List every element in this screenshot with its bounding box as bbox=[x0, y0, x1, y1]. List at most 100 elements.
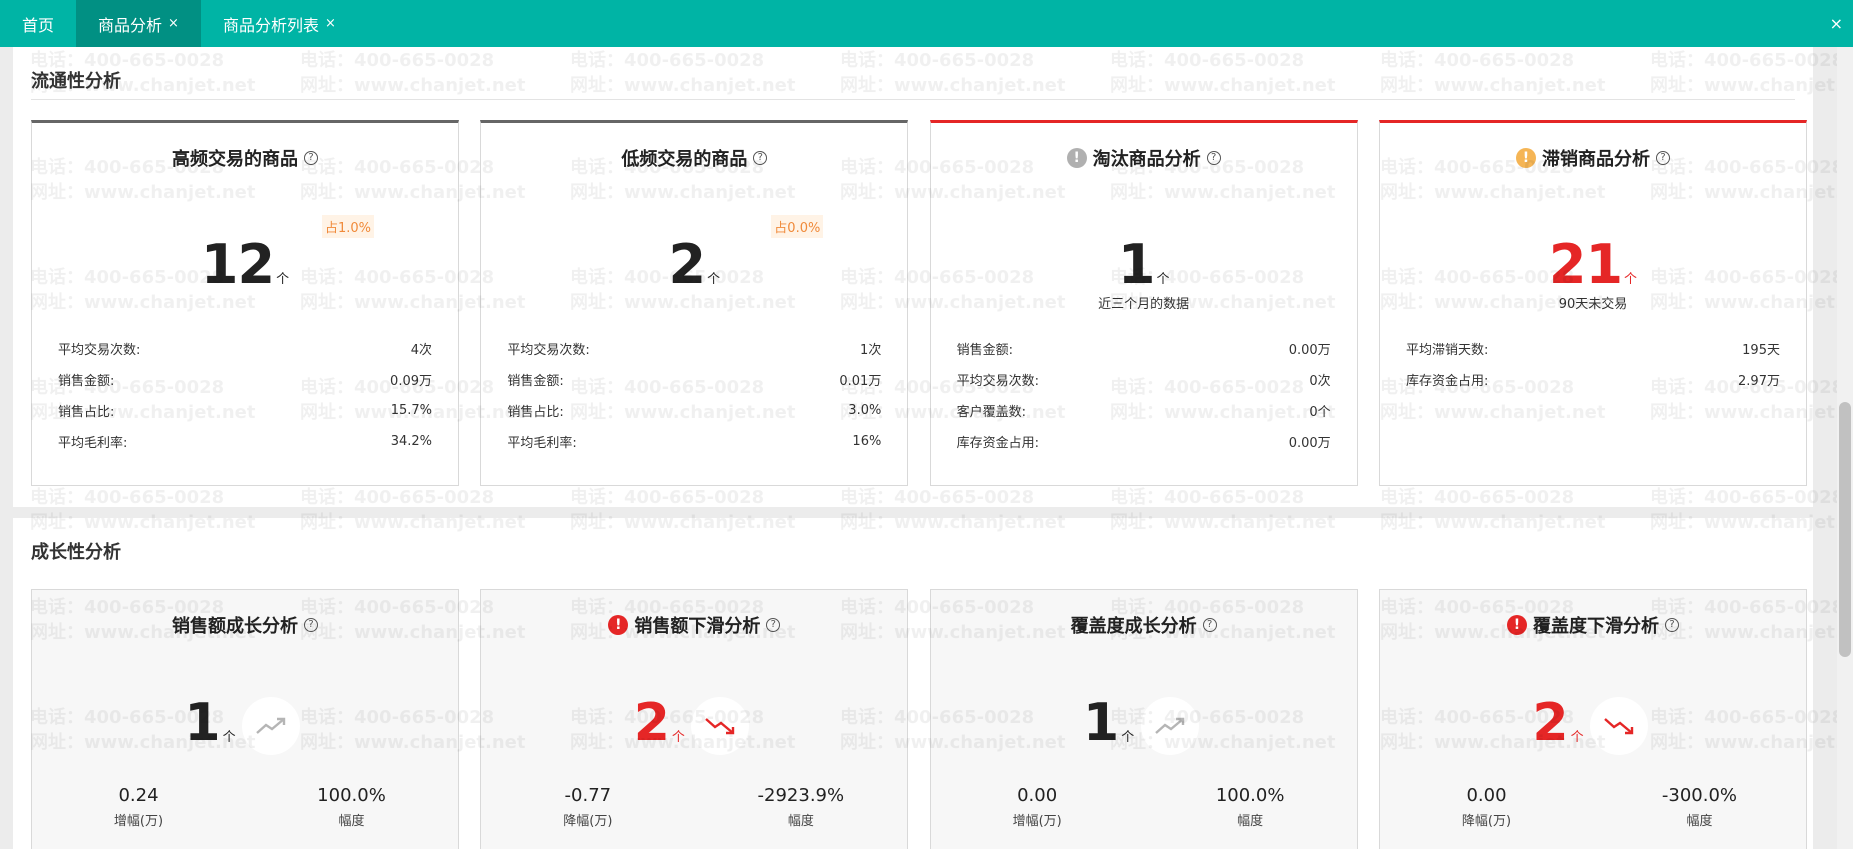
stat-value: 4次 bbox=[410, 343, 432, 358]
metric-value: 0.00 bbox=[1466, 785, 1507, 806]
count-value: 2 bbox=[633, 693, 670, 753]
tab-product-analysis-list[interactable]: 商品分析列表 × bbox=[201, 0, 358, 47]
count-unit: 个 bbox=[671, 730, 685, 745]
stat-value: 0.09万 bbox=[390, 374, 432, 389]
unsalable-product-card[interactable]: ! 滞销商品分析 ? 21 个 90天未交易 平均滞销天数: 195天 库存资金占用… bbox=[1378, 120, 1807, 486]
stat-row: 平均交易次数: 1次 bbox=[507, 333, 881, 364]
stat-value: 2.97万 bbox=[1738, 374, 1780, 389]
card-title: ! 滞销商品分析 ? bbox=[1380, 145, 1806, 171]
stat-value: 0个 bbox=[1309, 405, 1331, 420]
help-icon[interactable]: ? bbox=[766, 618, 781, 632]
stat-row: 平均交易次数: 4次 bbox=[58, 333, 432, 364]
help-icon[interactable]: ? bbox=[1664, 618, 1679, 632]
stat-row: 平均交易次数: 0次 bbox=[957, 364, 1331, 395]
card-title-text: 高频交易的商品 bbox=[172, 149, 298, 170]
card-title-text: 覆盖度下滑分析 bbox=[1532, 616, 1659, 637]
stat-label: 销售金额: bbox=[507, 374, 564, 389]
help-icon[interactable]: ? bbox=[1202, 618, 1217, 632]
coverage-growth-card[interactable]: 覆盖度成长分析 ? 1个 0.00 增幅(万) 100.0% 幅度 bbox=[929, 589, 1358, 849]
trend-up-icon bbox=[1140, 697, 1199, 755]
big-count: 2个 bbox=[481, 233, 907, 296]
close-all-icon[interactable]: × bbox=[1830, 14, 1843, 33]
coverage-decline-card[interactable]: ! 覆盖度下滑分析 ? 2个 0.00 降幅(万) -300.0% 幅度 bbox=[1378, 589, 1807, 849]
close-icon[interactable]: × bbox=[168, 16, 179, 31]
section-divider bbox=[31, 99, 1795, 100]
stat-value: 0.00万 bbox=[1288, 436, 1331, 451]
amount-metric: 0.00 降幅(万) bbox=[1380, 785, 1593, 829]
growth-metrics: 0.24 增幅(万) 100.0% 幅度 bbox=[32, 785, 458, 829]
count-value: 2 bbox=[668, 233, 707, 296]
stats-list: 平均滞销天数: 195天 库存资金占用: 2.97万 bbox=[1406, 333, 1780, 395]
stat-label: 销售金额: bbox=[58, 374, 115, 389]
stat-label: 客户覆盖数: bbox=[956, 405, 1027, 420]
help-icon[interactable]: ? bbox=[1206, 151, 1221, 165]
stat-row: 平均毛利率: 34.2% bbox=[58, 426, 432, 457]
rate-metric: -300.0% 幅度 bbox=[1593, 785, 1806, 829]
card-title-text: 低频交易的商品 bbox=[621, 149, 748, 170]
stat-label: 销售占比: bbox=[507, 405, 564, 420]
count-unit: 个 bbox=[1156, 272, 1170, 287]
scrollbar-thumb[interactable] bbox=[1839, 402, 1851, 657]
stat-label: 平均毛利率: bbox=[507, 436, 577, 451]
stat-label: 库存资金占用: bbox=[956, 436, 1040, 451]
sales-decline-card[interactable]: ! 销售额下滑分析 ? 2个 -0.77 降幅(万) -2923.9% 幅度 bbox=[480, 589, 909, 849]
help-icon[interactable]: ? bbox=[753, 151, 768, 165]
trend-down-icon bbox=[691, 697, 750, 755]
section-title: 成长性分析 bbox=[31, 542, 121, 563]
rate-metric: 100.0% 幅度 bbox=[1144, 785, 1357, 829]
close-icon[interactable]: × bbox=[325, 16, 336, 31]
count-value: 21 bbox=[1548, 233, 1623, 296]
card-title-text: 淘汰商品分析 bbox=[1092, 149, 1201, 170]
stat-row: 库存资金占用: 2.97万 bbox=[1406, 364, 1780, 395]
metric-value: 0.24 bbox=[118, 785, 159, 806]
metric-label: 降幅(万) bbox=[563, 814, 613, 829]
stat-label: 平均滞销天数: bbox=[1405, 343, 1489, 358]
help-icon[interactable]: ? bbox=[1655, 151, 1670, 165]
tab-home[interactable]: 首页 bbox=[0, 0, 76, 47]
warning-icon: ! bbox=[608, 615, 629, 635]
warning-icon: ! bbox=[1515, 148, 1536, 168]
stat-value: 16% bbox=[852, 434, 882, 449]
card-title-text: 销售额成长分析 bbox=[172, 616, 298, 637]
stat-value: 0.00万 bbox=[1288, 343, 1331, 358]
warning-icon: ! bbox=[1066, 148, 1087, 168]
card-title: ! 覆盖度下滑分析 ? bbox=[1380, 612, 1806, 638]
eliminated-product-card[interactable]: ! 淘汰商品分析 ? 1个 近三个月的数据 销售金额: 0.00万 平均交易次数:… bbox=[929, 120, 1358, 486]
stat-value: 195天 bbox=[1742, 343, 1780, 358]
metric-label: 增幅(万) bbox=[113, 814, 164, 829]
card-title-text: 滞销商品分析 bbox=[1541, 149, 1650, 170]
vertical-scrollbar[interactable] bbox=[1837, 47, 1853, 849]
card-title: 销售额成长分析 ? bbox=[32, 612, 458, 638]
stat-row: 平均滞销天数: 195天 bbox=[1406, 333, 1780, 364]
liquidity-section: 流通性分析 高频交易的商品 ? 占1.0% 12 个 平均交易次数: 4次 销售金额… bbox=[13, 47, 1813, 507]
metric-label: 幅度 bbox=[1686, 814, 1713, 829]
card-title: 覆盖度成长分析 ? bbox=[931, 612, 1357, 638]
stats-list: 平均交易次数: 1次 销售金额: 0.01万 销售占比: 3.0% 平均毛利率: 16% bbox=[507, 333, 881, 457]
stat-row: 销售占比: 3.0% bbox=[507, 395, 881, 426]
card-title: 低频交易的商品 ? bbox=[481, 145, 907, 171]
period-note: 90天未交易 bbox=[1558, 297, 1628, 312]
low-frequency-card[interactable]: 低频交易的商品 ? 占0.0% 2个 平均交易次数: 1次 销售金额: 0.01万 … bbox=[480, 120, 909, 486]
help-icon[interactable]: ? bbox=[304, 618, 318, 632]
tab-bar: 首页 商品分析 × 商品分析列表 × × bbox=[0, 0, 1853, 47]
rate-metric: -2923.9% 幅度 bbox=[694, 785, 907, 829]
sales-growth-card[interactable]: 销售额成长分析 ? 1个 0.24 增幅(万) 100.0% 幅度 bbox=[31, 589, 459, 849]
card-title: 高频交易的商品 ? bbox=[32, 145, 458, 171]
stat-row: 库存资金占用: 0.00万 bbox=[957, 426, 1331, 457]
stat-label: 库存资金占用: bbox=[1405, 374, 1489, 389]
count-unit: 个 bbox=[1121, 730, 1135, 745]
card-title-text: 覆盖度成长分析 bbox=[1070, 616, 1197, 637]
help-icon[interactable]: ? bbox=[304, 151, 318, 165]
stat-label: 平均毛利率: bbox=[58, 436, 128, 451]
stats-list: 平均交易次数: 4次 销售金额: 0.09万 销售占比: 15.7% 平均毛利率: 34… bbox=[58, 333, 432, 457]
high-frequency-card[interactable]: 高频交易的商品 ? 占1.0% 12 个 平均交易次数: 4次 销售金额: 0.09万… bbox=[31, 120, 459, 486]
stat-row: 销售金额: 0.00万 bbox=[957, 333, 1331, 364]
rate-metric: 100.0% 幅度 bbox=[245, 785, 458, 829]
stat-row: 销售金额: 0.01万 bbox=[507, 364, 881, 395]
metric-value: -300.0% bbox=[1661, 785, 1738, 806]
stat-value: 15.7% bbox=[390, 403, 432, 418]
count-value: 1 bbox=[1083, 693, 1120, 753]
stat-label: 平均交易次数: bbox=[956, 374, 1040, 389]
tab-product-analysis[interactable]: 商品分析 × bbox=[76, 0, 201, 47]
stat-row: 销售占比: 15.7% bbox=[58, 395, 432, 426]
